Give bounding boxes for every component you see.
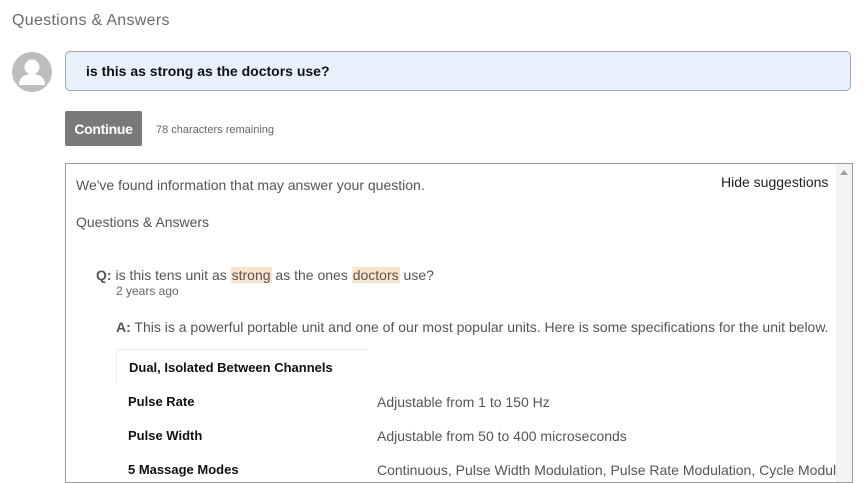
spec-table: Dual, Isolated Between Channels Pulse Ra…: [116, 349, 852, 482]
qa-section-title: Questions & Answers: [12, 12, 170, 29]
suggestions-panel: We've found information that may answer …: [65, 163, 853, 483]
spec-row: 5 Massage Modes Continuous, Pulse Width …: [116, 452, 852, 482]
characters-remaining: 78 characters remaining: [156, 124, 275, 136]
suggested-question[interactable]: Q: is this tens unit as strong as the on…: [96, 267, 434, 283]
suggestions-section-title: Questions & Answers: [76, 214, 210, 230]
question-text-part: is this tens unit as: [115, 267, 231, 283]
scroll-up-arrow-icon[interactable]: [840, 170, 848, 175]
spec-row: Pulse Width Adjustable from 50 to 400 mi…: [116, 418, 816, 452]
answer-label: A:: [116, 319, 131, 335]
spec-name: Dual, Isolated Between Channels: [129, 360, 333, 375]
spec-name: Pulse Width: [128, 428, 203, 443]
question-label: Q:: [96, 267, 112, 283]
spec-value: Adjustable from 50 to 400 microseconds: [377, 428, 627, 444]
question-input[interactable]: [65, 51, 851, 91]
hide-suggestions-link[interactable]: Hide suggestions: [721, 174, 828, 190]
answer-text: This is a powerful portable unit and one…: [134, 319, 829, 335]
spec-value: Adjustable from 1 to 150 Hz: [377, 394, 550, 410]
question-text-part: use?: [399, 267, 434, 283]
spec-row: Dual, Isolated Between Channels: [116, 349, 367, 384]
highlight-keyword: doctors: [351, 267, 400, 283]
question-text-part: as the ones: [271, 267, 352, 283]
spec-value: Continuous, Pulse Width Modulation, Puls…: [377, 462, 853, 478]
suggested-answer: A: This is a powerful portable unit and …: [116, 319, 829, 335]
user-avatar-icon: [12, 52, 52, 92]
spec-row: Pulse Rate Adjustable from 1 to 150 Hz: [116, 384, 816, 418]
spec-name: Pulse Rate: [128, 394, 195, 409]
suggestions-scrollbar[interactable]: [836, 164, 852, 482]
question-date: 2 years ago: [116, 284, 179, 298]
suggestions-intro: We've found information that may answer …: [76, 177, 425, 193]
spec-name: 5 Massage Modes: [128, 462, 239, 477]
highlight-keyword: strong: [230, 267, 272, 283]
continue-button[interactable]: Continue: [65, 111, 142, 146]
